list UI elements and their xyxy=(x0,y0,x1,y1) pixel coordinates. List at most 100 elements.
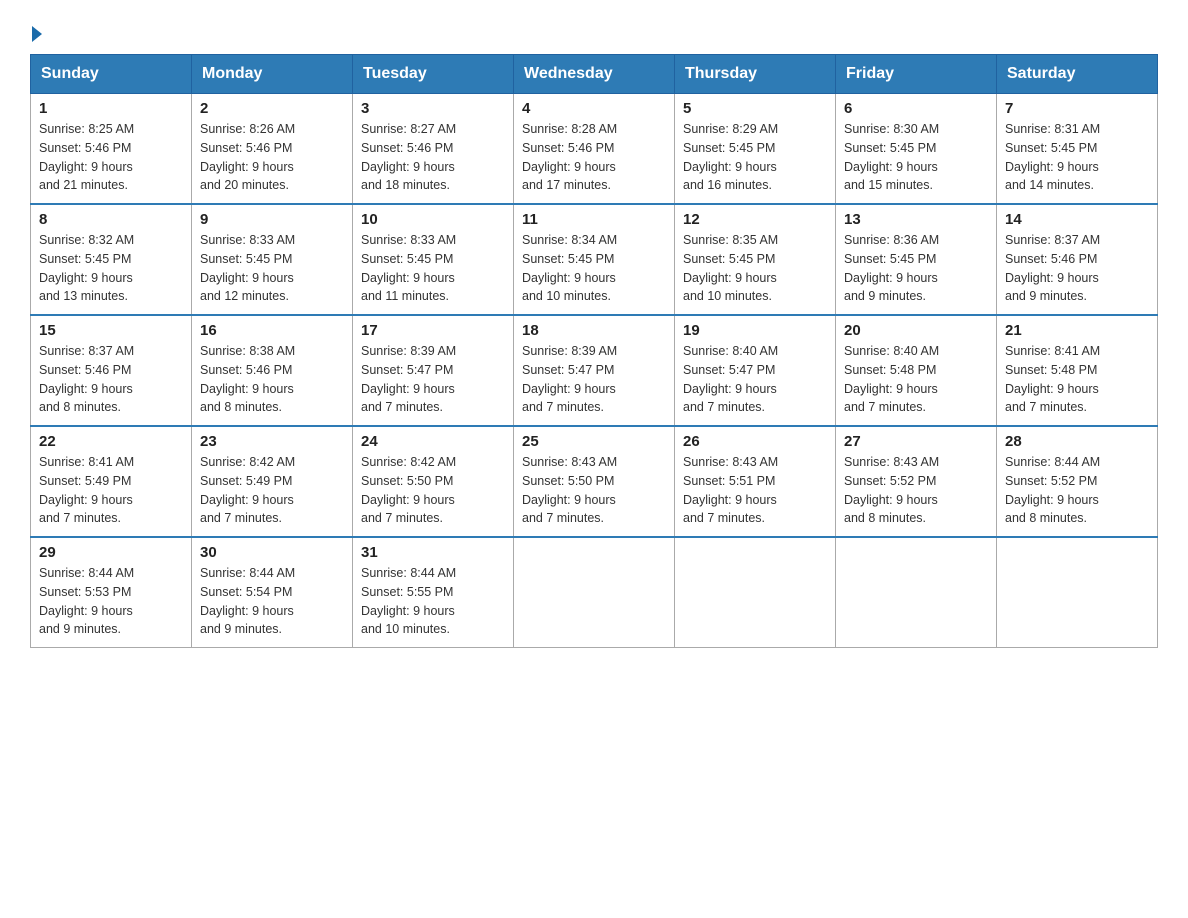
calendar-day-cell: 18 Sunrise: 8:39 AMSunset: 5:47 PMDayligh… xyxy=(514,315,675,426)
day-number: 18 xyxy=(522,322,666,339)
calendar-day-cell: 30 Sunrise: 8:44 AMSunset: 5:54 PMDayligh… xyxy=(192,537,353,648)
day-number: 27 xyxy=(844,433,988,450)
day-info: Sunrise: 8:37 AMSunset: 5:46 PMDaylight:… xyxy=(39,342,183,417)
day-info: Sunrise: 8:44 AMSunset: 5:54 PMDaylight:… xyxy=(200,564,344,639)
day-number: 12 xyxy=(683,211,827,228)
calendar-day-cell: 12 Sunrise: 8:35 AMSunset: 5:45 PMDayligh… xyxy=(675,204,836,315)
day-number: 26 xyxy=(683,433,827,450)
day-info: Sunrise: 8:38 AMSunset: 5:46 PMDaylight:… xyxy=(200,342,344,417)
day-number: 25 xyxy=(522,433,666,450)
day-info: Sunrise: 8:44 AMSunset: 5:53 PMDaylight:… xyxy=(39,564,183,639)
calendar-day-cell: 26 Sunrise: 8:43 AMSunset: 5:51 PMDayligh… xyxy=(675,426,836,537)
calendar-day-cell xyxy=(997,537,1158,648)
day-number: 30 xyxy=(200,544,344,561)
calendar-week-row: 29 Sunrise: 8:44 AMSunset: 5:53 PMDayligh… xyxy=(31,537,1158,648)
calendar-day-cell: 11 Sunrise: 8:34 AMSunset: 5:45 PMDayligh… xyxy=(514,204,675,315)
day-number: 9 xyxy=(200,211,344,228)
day-number: 7 xyxy=(1005,100,1149,117)
calendar-day-cell: 2 Sunrise: 8:26 AMSunset: 5:46 PMDaylight… xyxy=(192,94,353,205)
day-info: Sunrise: 8:30 AMSunset: 5:45 PMDaylight:… xyxy=(844,120,988,195)
calendar-week-row: 15 Sunrise: 8:37 AMSunset: 5:46 PMDayligh… xyxy=(31,315,1158,426)
calendar-day-cell: 16Sunrise: 8:38 AMSunset: 5:46 PMDayligh… xyxy=(192,315,353,426)
day-number: 23 xyxy=(200,433,344,450)
day-info: Sunrise: 8:35 AMSunset: 5:45 PMDaylight:… xyxy=(683,231,827,306)
day-number: 19 xyxy=(683,322,827,339)
day-number: 5 xyxy=(683,100,827,117)
day-number: 4 xyxy=(522,100,666,117)
day-info: Sunrise: 8:39 AMSunset: 5:47 PMDaylight:… xyxy=(522,342,666,417)
calendar-day-cell: 24 Sunrise: 8:42 AMSunset: 5:50 PMDayligh… xyxy=(353,426,514,537)
day-number: 10 xyxy=(361,211,505,228)
calendar-header-row: SundayMondayTuesdayWednesdayThursdayFrid… xyxy=(31,55,1158,94)
calendar-day-cell: 3Sunrise: 8:27 AMSunset: 5:46 PMDaylight… xyxy=(353,94,514,205)
calendar-header-sunday: Sunday xyxy=(31,55,192,94)
day-number: 15 xyxy=(39,322,183,339)
day-info: Sunrise: 8:44 AMSunset: 5:52 PMDaylight:… xyxy=(1005,453,1149,528)
calendar-day-cell: 5 Sunrise: 8:29 AMSunset: 5:45 PMDaylight… xyxy=(675,94,836,205)
calendar-day-cell xyxy=(836,537,997,648)
calendar-day-cell: 1Sunrise: 8:25 AMSunset: 5:46 PMDaylight… xyxy=(31,94,192,205)
logo-arrow-icon xyxy=(32,26,42,42)
calendar-day-cell: 10 Sunrise: 8:33 AMSunset: 5:45 PMDayligh… xyxy=(353,204,514,315)
day-info: Sunrise: 8:39 AMSunset: 5:47 PMDaylight:… xyxy=(361,342,505,417)
day-number: 21 xyxy=(1005,322,1149,339)
calendar-day-cell: 13 Sunrise: 8:36 AMSunset: 5:45 PMDayligh… xyxy=(836,204,997,315)
day-info: Sunrise: 8:26 AMSunset: 5:46 PMDaylight:… xyxy=(200,120,344,195)
day-info: Sunrise: 8:33 AMSunset: 5:45 PMDaylight:… xyxy=(200,231,344,306)
day-number: 3 xyxy=(361,100,505,117)
day-number: 13 xyxy=(844,211,988,228)
day-number: 29 xyxy=(39,544,183,561)
calendar-header-tuesday: Tuesday xyxy=(353,55,514,94)
day-info: Sunrise: 8:42 AMSunset: 5:50 PMDaylight:… xyxy=(361,453,505,528)
calendar-day-cell: 7 Sunrise: 8:31 AMSunset: 5:45 PMDaylight… xyxy=(997,94,1158,205)
day-number: 14 xyxy=(1005,211,1149,228)
day-info: Sunrise: 8:43 AMSunset: 5:51 PMDaylight:… xyxy=(683,453,827,528)
calendar-day-cell: 4 Sunrise: 8:28 AMSunset: 5:46 PMDaylight… xyxy=(514,94,675,205)
calendar-header-saturday: Saturday xyxy=(997,55,1158,94)
calendar-day-cell: 19 Sunrise: 8:40 AMSunset: 5:47 PMDayligh… xyxy=(675,315,836,426)
day-number: 24 xyxy=(361,433,505,450)
day-number: 31 xyxy=(361,544,505,561)
calendar-header-thursday: Thursday xyxy=(675,55,836,94)
calendar-day-cell xyxy=(514,537,675,648)
day-info: Sunrise: 8:44 AMSunset: 5:55 PMDaylight:… xyxy=(361,564,505,639)
calendar-day-cell: 8 Sunrise: 8:32 AMSunset: 5:45 PMDaylight… xyxy=(31,204,192,315)
calendar-day-cell: 22Sunrise: 8:41 AMSunset: 5:49 PMDayligh… xyxy=(31,426,192,537)
day-info: Sunrise: 8:40 AMSunset: 5:47 PMDaylight:… xyxy=(683,342,827,417)
calendar-day-cell: 20Sunrise: 8:40 AMSunset: 5:48 PMDayligh… xyxy=(836,315,997,426)
day-number: 8 xyxy=(39,211,183,228)
day-info: Sunrise: 8:34 AMSunset: 5:45 PMDaylight:… xyxy=(522,231,666,306)
day-info: Sunrise: 8:32 AMSunset: 5:45 PMDaylight:… xyxy=(39,231,183,306)
day-info: Sunrise: 8:40 AMSunset: 5:48 PMDaylight:… xyxy=(844,342,988,417)
day-info: Sunrise: 8:41 AMSunset: 5:48 PMDaylight:… xyxy=(1005,342,1149,417)
day-info: Sunrise: 8:41 AMSunset: 5:49 PMDaylight:… xyxy=(39,453,183,528)
logo xyxy=(30,26,44,36)
calendar-header-monday: Monday xyxy=(192,55,353,94)
day-info: Sunrise: 8:31 AMSunset: 5:45 PMDaylight:… xyxy=(1005,120,1149,195)
calendar-day-cell: 17 Sunrise: 8:39 AMSunset: 5:47 PMDayligh… xyxy=(353,315,514,426)
day-info: Sunrise: 8:42 AMSunset: 5:49 PMDaylight:… xyxy=(200,453,344,528)
calendar-table: SundayMondayTuesdayWednesdayThursdayFrid… xyxy=(30,54,1158,648)
calendar-week-row: 22Sunrise: 8:41 AMSunset: 5:49 PMDayligh… xyxy=(31,426,1158,537)
day-number: 28 xyxy=(1005,433,1149,450)
calendar-day-cell: 31 Sunrise: 8:44 AMSunset: 5:55 PMDayligh… xyxy=(353,537,514,648)
calendar-day-cell: 29 Sunrise: 8:44 AMSunset: 5:53 PMDayligh… xyxy=(31,537,192,648)
calendar-week-row: 1Sunrise: 8:25 AMSunset: 5:46 PMDaylight… xyxy=(31,94,1158,205)
calendar-day-cell: 25 Sunrise: 8:43 AMSunset: 5:50 PMDayligh… xyxy=(514,426,675,537)
calendar-day-cell: 14Sunrise: 8:37 AMSunset: 5:46 PMDayligh… xyxy=(997,204,1158,315)
day-number: 6 xyxy=(844,100,988,117)
day-info: Sunrise: 8:43 AMSunset: 5:52 PMDaylight:… xyxy=(844,453,988,528)
day-info: Sunrise: 8:29 AMSunset: 5:45 PMDaylight:… xyxy=(683,120,827,195)
day-info: Sunrise: 8:43 AMSunset: 5:50 PMDaylight:… xyxy=(522,453,666,528)
day-number: 11 xyxy=(522,211,666,228)
calendar-day-cell: 15 Sunrise: 8:37 AMSunset: 5:46 PMDayligh… xyxy=(31,315,192,426)
day-number: 2 xyxy=(200,100,344,117)
calendar-day-cell: 9 Sunrise: 8:33 AMSunset: 5:45 PMDaylight… xyxy=(192,204,353,315)
day-info: Sunrise: 8:36 AMSunset: 5:45 PMDaylight:… xyxy=(844,231,988,306)
day-number: 17 xyxy=(361,322,505,339)
calendar-day-cell: 27 Sunrise: 8:43 AMSunset: 5:52 PMDayligh… xyxy=(836,426,997,537)
day-info: Sunrise: 8:25 AMSunset: 5:46 PMDaylight:… xyxy=(39,120,183,195)
day-info: Sunrise: 8:33 AMSunset: 5:45 PMDaylight:… xyxy=(361,231,505,306)
day-info: Sunrise: 8:28 AMSunset: 5:46 PMDaylight:… xyxy=(522,120,666,195)
calendar-day-cell xyxy=(675,537,836,648)
